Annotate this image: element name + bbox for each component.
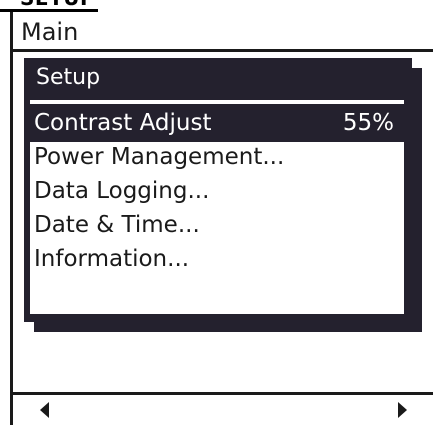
triangle-left-icon[interactable] (40, 402, 49, 418)
menu-item-contrast-adjust[interactable]: Contrast Adjust 55% (32, 106, 402, 140)
triangle-right-icon[interactable] (398, 402, 407, 418)
menu-item-label: Information... (34, 246, 190, 272)
setup-menu: Contrast Adjust 55% Power Management... … (30, 106, 404, 276)
top-tab-label: SETUP (20, 0, 95, 8)
main-title: Main (21, 18, 79, 46)
menu-item-label: Data Logging... (34, 178, 210, 204)
footer-divider (13, 392, 433, 395)
main-header: Main (13, 12, 433, 50)
setup-dialog: Setup Contrast Adjust 55% Power Manageme… (24, 58, 412, 322)
menu-item-label: Contrast Adjust (34, 110, 212, 136)
menu-item-data-logging[interactable]: Data Logging... (30, 174, 404, 208)
menu-item-power-management[interactable]: Power Management... (30, 140, 404, 174)
menu-item-label: Power Management... (34, 144, 285, 170)
dialog-body: Contrast Adjust 55% Power Management... … (30, 100, 404, 314)
menu-item-information[interactable]: Information... (30, 242, 404, 276)
top-tab[interactable]: SETUP (0, 0, 98, 12)
menu-item-label: Date & Time... (34, 212, 200, 238)
menu-item-date-time[interactable]: Date & Time... (30, 208, 404, 242)
header-divider (13, 49, 433, 52)
contrast-value: 55% (342, 110, 394, 136)
dialog-title: Setup (36, 65, 101, 90)
left-frame-border (10, 12, 13, 425)
